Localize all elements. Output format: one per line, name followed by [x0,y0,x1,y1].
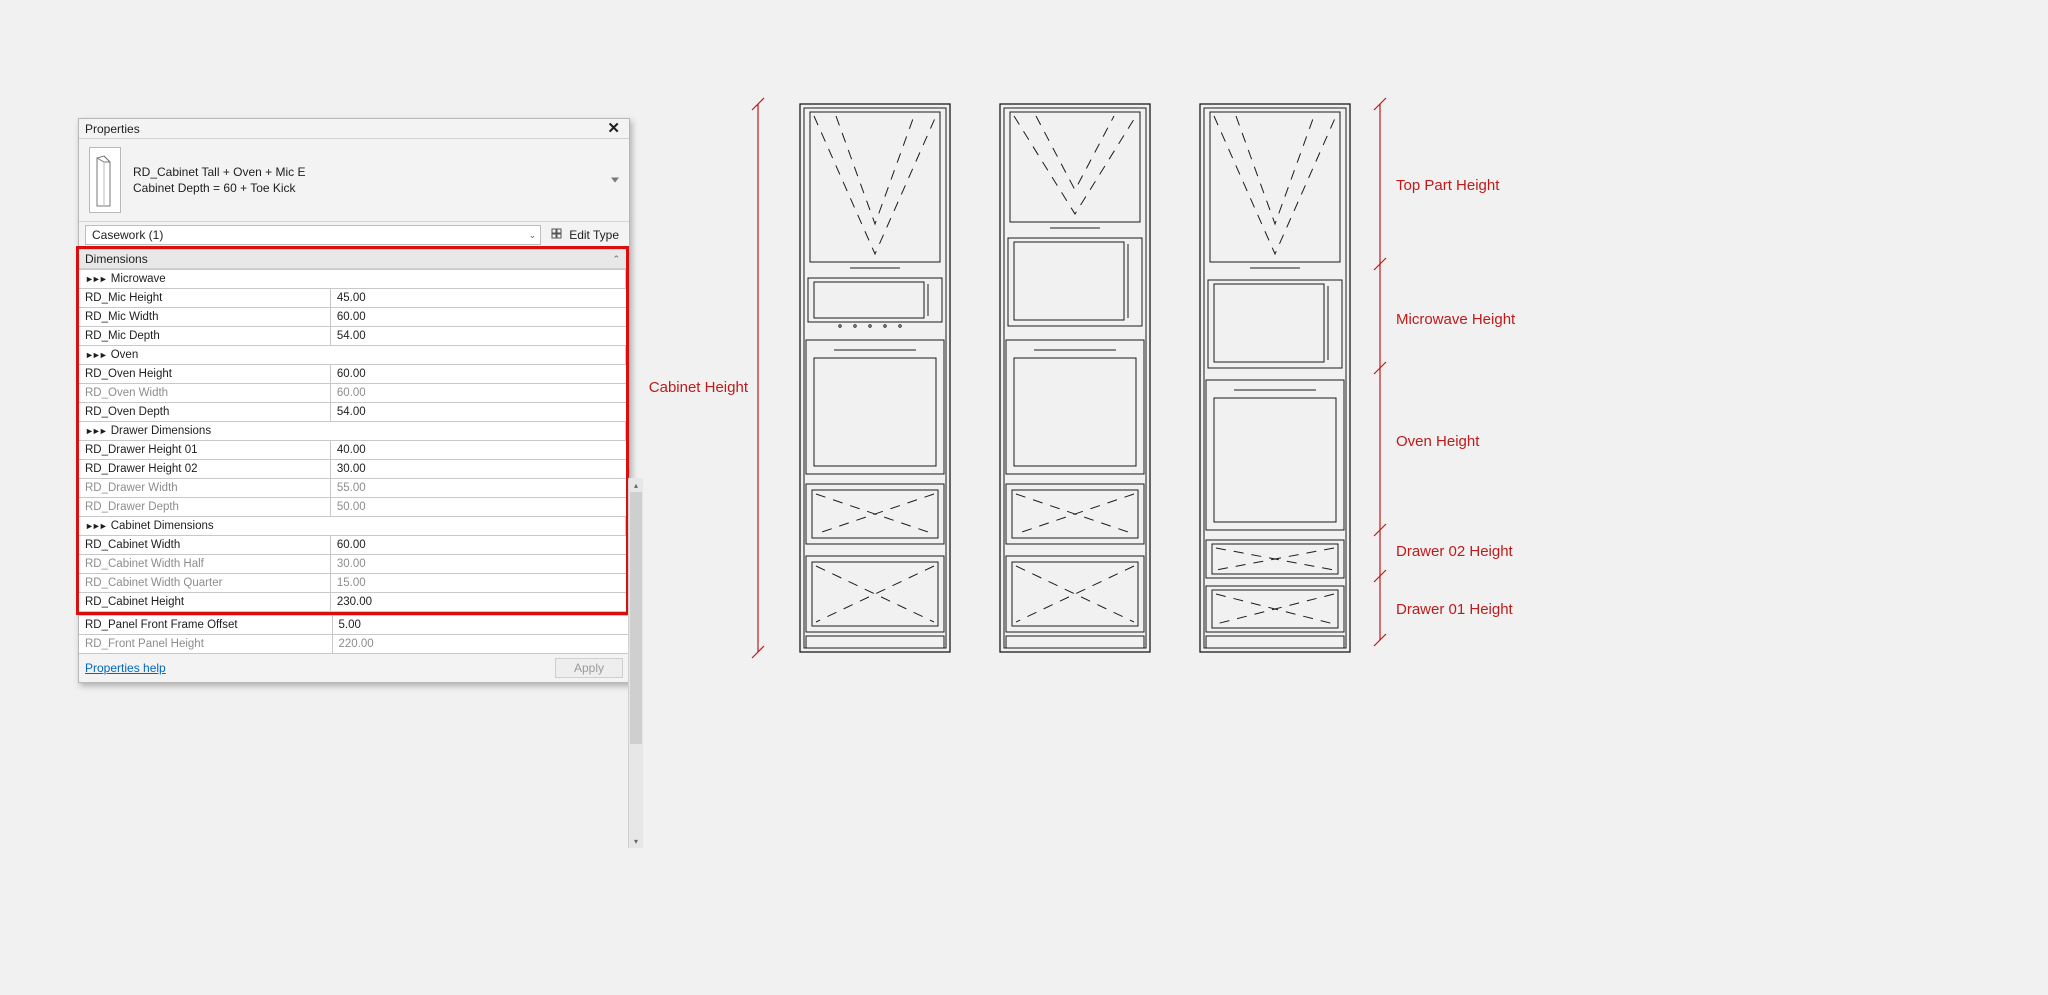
properties-table-below: RD_Panel Front Frame Offset5.00RD_Front … [79,615,629,654]
svg-text:Cabinet Height: Cabinet Height [649,379,749,396]
type-selector[interactable]: RD_Cabinet Tall + Oven + Mic E Cabinet D… [79,139,629,222]
properties-panel: Properties ✕ RD_Cabinet Tall + Oven + Mi… [78,118,630,683]
property-value[interactable]: 40.00 [330,441,625,460]
scrollbar[interactable]: ▴ ▾ [628,478,643,848]
group-label: Dimensions [85,252,148,266]
svg-text:Drawer 01 Height: Drawer 01 Height [1396,601,1514,618]
property-value[interactable]: 220.00 [332,635,629,654]
properties-table: ►►► MicrowaveRD_Mic Height45.00RD_Mic Wi… [79,269,626,612]
property-row[interactable]: RD_Mic Width60.00 [79,308,626,327]
dim-stack-right: Top Part Height Microwave Height Oven He… [1374,98,1516,646]
property-row[interactable]: RD_Drawer Width55.00 [79,479,626,498]
property-value[interactable]: 60.00 [330,308,625,327]
close-icon[interactable]: ✕ [603,121,624,136]
group-header-dimensions[interactable]: Dimensions ⌃ [79,249,626,269]
property-row[interactable]: ►►► Microwave [79,270,626,289]
property-row[interactable]: RD_Panel Front Frame Offset5.00 [79,616,629,635]
property-row[interactable]: RD_Front Panel Height220.00 [79,635,629,654]
cabinet-diagram: Cabinet Height [680,92,2008,672]
property-value[interactable]: 54.00 [330,403,625,422]
property-label: RD_Mic Height [79,289,330,308]
property-value[interactable]: 45.00 [330,289,625,308]
chevron-down-icon: ⌄ [529,230,537,241]
property-row[interactable]: ►►► Oven [79,346,626,365]
property-value[interactable]: 30.00 [330,460,625,479]
instance-filter-label: Casework (1) [92,228,163,242]
svg-text:Drawer 02 Height: Drawer 02 Height [1396,543,1514,560]
dimensions-highlight: Dimensions ⌃ ►►► MicrowaveRD_Mic Height4… [76,246,629,615]
scroll-down-icon[interactable]: ▾ [629,834,643,848]
property-label: RD_Panel Front Frame Offset [79,616,332,635]
property-value[interactable]: 230.00 [330,593,625,612]
panel-titlebar[interactable]: Properties ✕ [79,119,629,139]
collapse-icon[interactable]: ⌃ [612,254,620,265]
property-label: RD_Cabinet Height [79,593,330,612]
property-label: RD_Drawer Height 01 [79,441,330,460]
property-label: RD_Mic Width [79,308,330,327]
property-value[interactable]: 60.00 [330,365,625,384]
property-label: RD_Drawer Width [79,479,330,498]
property-separator: ►►► Drawer Dimensions [79,422,626,441]
property-separator: ►►► Microwave [79,270,626,289]
property-row[interactable]: RD_Cabinet Width Quarter15.00 [79,574,626,593]
type-thumbnail [89,147,121,213]
property-separator: ►►► Oven [79,346,626,365]
property-label: RD_Cabinet Width [79,536,330,555]
property-label: RD_Front Panel Height [79,635,332,654]
apply-button[interactable]: Apply [555,658,623,678]
property-row[interactable]: RD_Mic Depth54.00 [79,327,626,346]
property-label: RD_Oven Height [79,365,330,384]
type-subtitle: Cabinet Depth = 60 + Toe Kick [133,180,306,196]
property-label: RD_Drawer Depth [79,498,330,517]
svg-text:Oven Height: Oven Height [1396,433,1480,450]
panel-title: Properties [85,122,140,136]
scroll-thumb[interactable] [630,492,642,744]
property-separator: ►►► Cabinet Dimensions [79,517,626,536]
svg-text:Microwave Height: Microwave Height [1396,311,1516,328]
svg-text:Top Part Height: Top Part Height [1396,177,1500,194]
type-name: RD_Cabinet Tall + Oven + Mic E [133,164,306,180]
property-label: RD_Mic Depth [79,327,330,346]
property-label: RD_Oven Width [79,384,330,403]
property-row[interactable]: RD_Oven Height60.00 [79,365,626,384]
property-row[interactable]: RD_Oven Width60.00 [79,384,626,403]
type-dropdown-icon[interactable] [611,178,619,183]
property-value[interactable]: 60.00 [330,384,625,403]
type-text: RD_Cabinet Tall + Oven + Mic E Cabinet D… [133,164,306,196]
instance-filter-combo[interactable]: Casework (1) ⌄ [85,225,541,245]
property-value[interactable]: 54.00 [330,327,625,346]
property-row[interactable]: RD_Drawer Depth50.00 [79,498,626,517]
property-value[interactable]: 30.00 [330,555,625,574]
property-row[interactable]: ►►► Drawer Dimensions [79,422,626,441]
edit-type-label: Edit Type [569,228,619,242]
property-value[interactable]: 5.00 [332,616,629,635]
property-label: RD_Cabinet Width Quarter [79,574,330,593]
property-value[interactable]: 55.00 [330,479,625,498]
property-row[interactable]: ►►► Cabinet Dimensions [79,517,626,536]
property-label: RD_Drawer Height 02 [79,460,330,479]
scroll-up-icon[interactable]: ▴ [629,478,643,492]
property-value[interactable]: 15.00 [330,574,625,593]
property-row[interactable]: RD_Mic Height45.00 [79,289,626,308]
property-value[interactable]: 50.00 [330,498,625,517]
properties-help-link[interactable]: Properties help [85,661,166,675]
dim-cabinet-height: Cabinet Height [649,98,764,658]
property-label: RD_Oven Depth [79,403,330,422]
property-value[interactable]: 60.00 [330,536,625,555]
edit-type-icon [551,228,565,242]
property-row[interactable]: RD_Drawer Height 0140.00 [79,441,626,460]
edit-type-button[interactable]: Edit Type [547,226,623,244]
property-row[interactable]: RD_Cabinet Height230.00 [79,593,626,612]
property-row[interactable]: RD_Drawer Height 0230.00 [79,460,626,479]
property-row[interactable]: RD_Oven Depth54.00 [79,403,626,422]
property-row[interactable]: RD_Cabinet Width Half30.00 [79,555,626,574]
property-row[interactable]: RD_Cabinet Width60.00 [79,536,626,555]
property-label: RD_Cabinet Width Half [79,555,330,574]
